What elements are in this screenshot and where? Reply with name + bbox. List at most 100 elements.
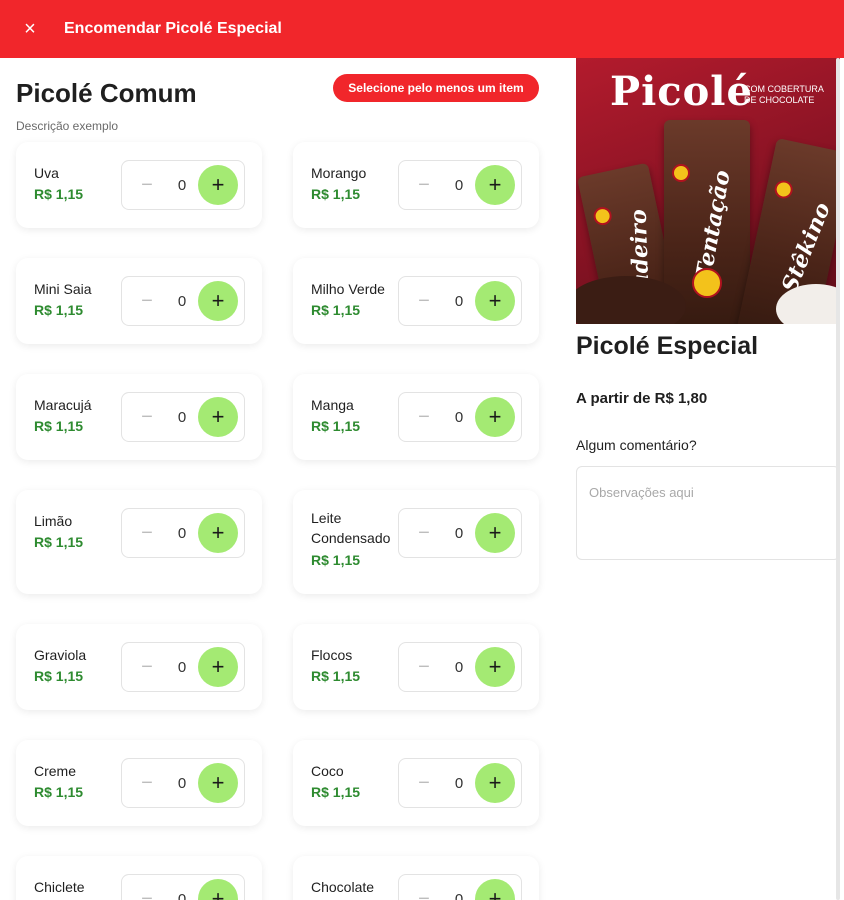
quantity-value: 0 [454, 524, 464, 542]
plus-icon[interactable]: + [475, 763, 515, 803]
item-name: Chocolate [311, 879, 375, 895]
quantity-value: 0 [177, 292, 187, 310]
minus-icon[interactable]: − [409, 161, 439, 209]
plus-icon[interactable]: + [475, 281, 515, 321]
item-price: R$ 1,15 [34, 302, 84, 318]
top-app-bar: × Encomendar Picolé Especial [0, 0, 844, 58]
item-name: Coco [311, 763, 344, 779]
minus-icon[interactable]: − [409, 643, 439, 691]
quantity-stepper: −0 + [398, 276, 522, 326]
quantity-stepper: −0 + [121, 642, 245, 692]
plus-icon[interactable]: + [198, 513, 238, 553]
item-card: Flocos R$ 1,15 −0 + [293, 624, 539, 710]
popsicle-bar-label: Tentação [690, 168, 736, 282]
minus-icon[interactable]: − [132, 509, 162, 557]
item-price: R$ 1,15 [311, 784, 361, 800]
quantity-value: 0 [454, 176, 464, 194]
seal-icon [672, 164, 690, 182]
quantity-stepper: − 0 + [398, 874, 522, 900]
product-name: Picolé Especial [576, 332, 759, 360]
comment-field[interactable] [577, 467, 839, 559]
plus-icon[interactable]: + [198, 879, 238, 900]
plus-icon[interactable]: + [198, 397, 238, 437]
quantity-stepper: −0 + [398, 508, 522, 558]
quantity-value: 0 [177, 658, 187, 676]
quantity-value: 0 [177, 774, 187, 792]
item-name: Milho Verde [311, 281, 385, 297]
section-description: Descrição exemplo [16, 119, 119, 133]
item-price: R$ 1,15 [34, 784, 84, 800]
item-card: Chocolate − 0 + [293, 856, 539, 900]
comment-label: Algum comentário? [576, 437, 697, 453]
seal-icon [772, 178, 795, 201]
minus-icon[interactable]: − [132, 759, 162, 807]
quantity-value: 0 [177, 176, 187, 194]
plus-icon[interactable]: + [475, 165, 515, 205]
item-card: Manga R$ 1,15 −0 + [293, 374, 539, 460]
minus-icon[interactable]: − [132, 161, 162, 209]
minus-icon[interactable]: − [132, 393, 162, 441]
minus-icon[interactable]: − [409, 509, 439, 557]
item-price: R$ 1,15 [34, 186, 84, 202]
minus-icon[interactable]: − [409, 277, 439, 325]
quantity-stepper: −0 + [121, 508, 245, 558]
plus-icon[interactable]: + [198, 165, 238, 205]
quantity-value: 0 [177, 890, 187, 900]
product-panel: Picolé com cobertura de chocolate Brigad… [576, 58, 844, 900]
popsicle-bar-label: Stêkino [776, 198, 836, 297]
price-from: A partir de R$ 1,80 [576, 390, 708, 407]
brand-seal-icon [692, 268, 722, 298]
quantity-stepper: −0 + [398, 758, 522, 808]
quantity-value: 0 [177, 524, 187, 542]
product-image: Picolé com cobertura de chocolate Brigad… [576, 58, 840, 324]
comment-box [576, 466, 840, 560]
item-card: Limão R$ 1,15 −0 + [16, 490, 262, 594]
plus-icon[interactable]: + [475, 513, 515, 553]
quantity-value: 0 [454, 408, 464, 426]
quantity-value: 0 [454, 774, 464, 792]
plus-icon[interactable]: + [475, 397, 515, 437]
plus-icon[interactable]: + [198, 763, 238, 803]
item-price: R$ 1,15 [34, 418, 84, 434]
minus-icon[interactable]: − [132, 277, 162, 325]
item-card: Leite Condensado R$ 1,15 −0 + [293, 490, 539, 594]
item-card: Mini Saia R$ 1,15 −0 + [16, 258, 262, 344]
item-price: R$ 1,15 [311, 302, 361, 318]
item-card: Uva R$ 1,15 −0 + [16, 142, 262, 228]
minus-icon[interactable]: − [409, 759, 439, 807]
item-price: R$ 1,15 [311, 186, 361, 202]
quantity-stepper: −0 + [398, 392, 522, 442]
quantity-stepper: − 0 + [121, 874, 245, 900]
item-name: Leite Condensado [311, 510, 391, 546]
minus-icon[interactable]: − [132, 875, 162, 900]
minus-icon[interactable]: − [132, 643, 162, 691]
item-card: Maracujá R$ 1,15 −0 + [16, 374, 262, 460]
minus-icon[interactable]: − [409, 875, 439, 900]
quantity-stepper: −0 + [121, 392, 245, 442]
plus-icon[interactable]: + [475, 647, 515, 687]
plus-icon[interactable]: + [475, 879, 515, 900]
item-price: R$ 1,15 [34, 534, 84, 550]
plus-icon[interactable]: + [198, 281, 238, 321]
quantity-stepper: −0 + [398, 642, 522, 692]
quantity-value: 0 [177, 408, 187, 426]
quantity-stepper: −0 + [121, 276, 245, 326]
item-name: Morango [311, 165, 367, 181]
item-name: Mini Saia [34, 281, 92, 297]
item-price: R$ 1,15 [311, 668, 361, 684]
hero-subtitle: com cobertura de chocolate [744, 84, 824, 106]
item-card: Morango R$ 1,15 −0 + [293, 142, 539, 228]
minus-icon[interactable]: − [409, 393, 439, 441]
scrollbar[interactable] [836, 58, 840, 900]
item-name: Graviola [34, 647, 87, 663]
item-card: Milho Verde R$ 1,15 −0 + [293, 258, 539, 344]
plus-icon[interactable]: + [198, 647, 238, 687]
item-name: Flocos [311, 647, 353, 663]
item-card: Coco R$ 1,15 −0 + [293, 740, 539, 826]
item-card: Creme R$ 1,15 −0 + [16, 740, 262, 826]
quantity-value: 0 [454, 890, 464, 900]
quantity-stepper: −0 + [121, 160, 245, 210]
close-icon[interactable]: × [0, 0, 60, 58]
quantity-value: 0 [454, 658, 464, 676]
quantity-value: 0 [454, 292, 464, 310]
